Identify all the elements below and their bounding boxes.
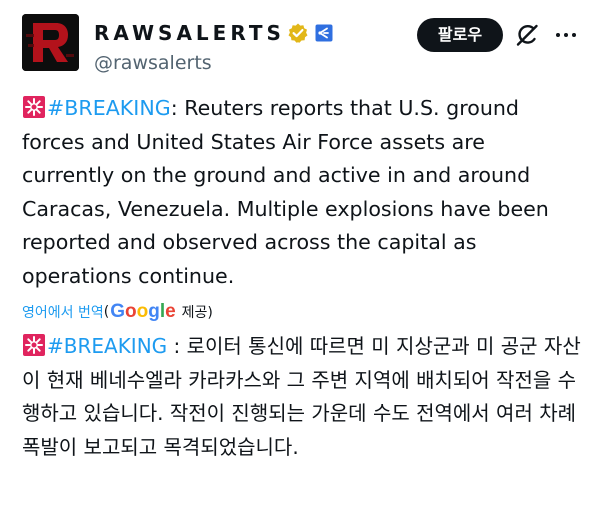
name-row: RAWSALERTS	[94, 20, 333, 46]
avatar-logo-icon	[22, 14, 79, 71]
provided-by-text: 제공)	[181, 305, 213, 321]
tweet-body: : Reuters reports that U.S. ground force…	[22, 96, 549, 288]
affiliate-badge-icon[interactable]	[315, 24, 333, 42]
verified-badge-icon	[287, 22, 309, 44]
google-logo: Google	[110, 301, 175, 323]
more-dots-icon[interactable]	[554, 24, 578, 46]
tweet-text: #BREAKING: Reuters reports that U.S. gro…	[22, 92, 582, 293]
open-paren: (	[103, 304, 110, 320]
google-letter-6: e	[165, 301, 176, 322]
account-handle[interactable]: @rawsalerts	[94, 52, 212, 74]
translated-from-link[interactable]: 영어에서 번역	[22, 302, 104, 322]
google-letter-4: g	[148, 301, 160, 322]
google-letter-1: G	[110, 301, 125, 322]
tweet-header: RAWSALERTS @rawsalerts 팔로우	[22, 14, 578, 74]
siren-emoji-icon	[22, 95, 46, 119]
translated-tweet-text: #BREAKING : 로이터 통신에 따르면 미 지상군과 미 공군 자산이 …	[22, 330, 582, 464]
avatar[interactable]	[22, 14, 79, 71]
siren-emoji-icon	[22, 333, 46, 357]
google-letter-3: o	[136, 301, 149, 322]
google-letter-2: o	[124, 301, 137, 322]
grok-icon[interactable]	[514, 22, 540, 48]
translated-hashtag-link[interactable]: #BREAKING	[47, 334, 167, 358]
translation-attribution: 영어에서 번역( Google 제공)	[22, 300, 213, 324]
hashtag-link[interactable]: #BREAKING	[47, 96, 171, 120]
display-name[interactable]: RAWSALERTS	[94, 21, 285, 45]
follow-button[interactable]: 팔로우	[417, 18, 503, 52]
